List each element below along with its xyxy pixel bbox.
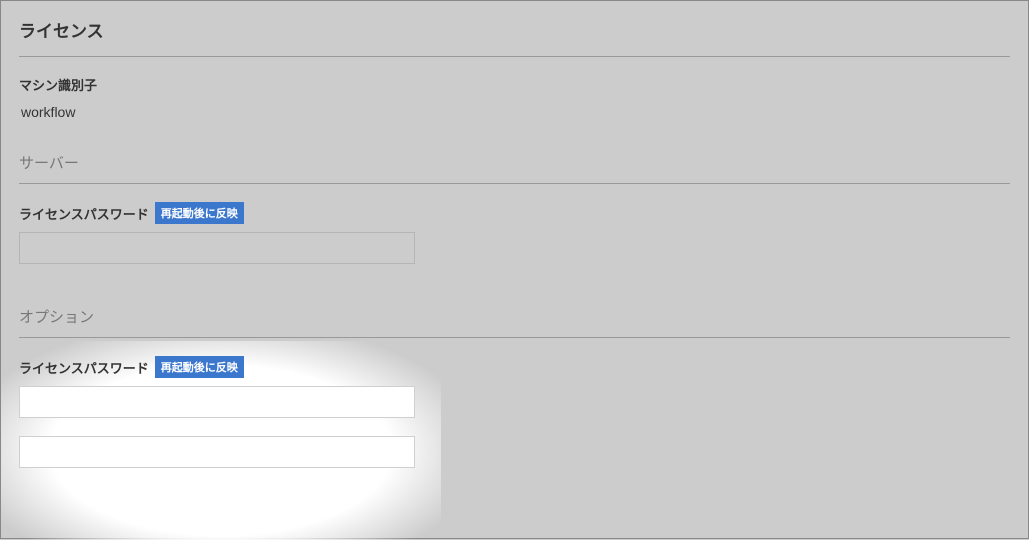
machine-id-value: workflow [19,104,1010,138]
machine-id-label: マシン識別子 [19,75,1010,94]
restart-badge: 再起動後に反映 [155,202,244,224]
machine-id-group: マシン識別子 workflow [1,57,1028,138]
options-input-2[interactable] [19,436,415,468]
page-title: ライセンス [1,1,1028,56]
restart-badge: 再起動後に反映 [155,356,244,378]
server-heading: サーバー [1,138,1028,183]
server-password-label: ライセンスパスワード [19,204,149,223]
server-password-label-row: ライセンスパスワード 再起動後に反映 [1,184,1028,232]
options-input-1[interactable] [19,386,415,418]
options-password-label: ライセンスパスワード [19,358,149,377]
options-password-label-row: ライセンスパスワード 再起動後に反映 [1,338,1028,386]
options-heading: オプション [1,276,1028,337]
server-password-input[interactable] [19,232,415,264]
